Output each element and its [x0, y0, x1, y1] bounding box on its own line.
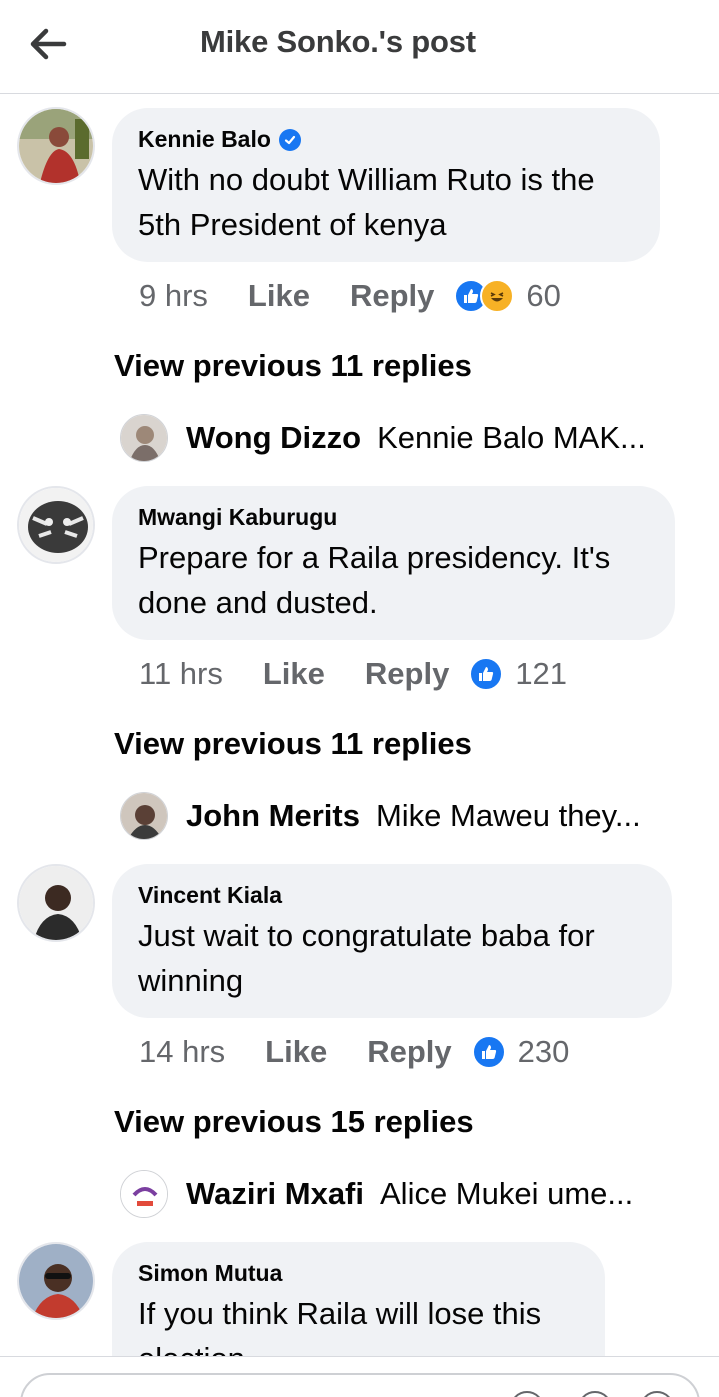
- avatar-image: [19, 109, 93, 183]
- avatar: [120, 792, 168, 840]
- reply-author[interactable]: John Merits: [186, 798, 360, 834]
- reaction-count: 230: [517, 1034, 570, 1069]
- haha-reaction-icon: [480, 279, 515, 313]
- comment-meta: 14 hrs Like Reply 230: [139, 1034, 569, 1070]
- reply-snippet: Alice Mukei ume...: [380, 1176, 634, 1211]
- like-button[interactable]: Like: [248, 278, 310, 314]
- comment-time[interactable]: 11 hrs: [139, 656, 223, 692]
- comment-text: If you think Raila will lose this electi…: [138, 1296, 542, 1356]
- verified-badge-icon: [278, 128, 301, 151]
- avatar[interactable]: [17, 1242, 95, 1320]
- avatar-image: [19, 1244, 93, 1318]
- like-button[interactable]: Like: [265, 1034, 327, 1070]
- page-title: Mike Sonko.'s post: [200, 24, 476, 59]
- back-button[interactable]: [18, 18, 78, 70]
- avatar-image: [19, 488, 93, 562]
- reply-snippet: Mike Maweu they...: [375, 798, 641, 833]
- comment-author[interactable]: Vincent Kiala: [138, 882, 646, 909]
- reply-button[interactable]: Reply: [367, 1034, 451, 1070]
- view-previous-replies[interactable]: View previous 15 replies: [114, 1104, 474, 1140]
- back-arrow-icon: [30, 28, 67, 60]
- reply-author[interactable]: Wong Dizzo: [186, 420, 361, 456]
- view-previous-replies[interactable]: View previous 11 replies: [114, 726, 472, 762]
- avatar-image: [19, 866, 93, 940]
- comment-author[interactable]: Mwangi Kaburugu: [138, 504, 649, 531]
- reply-author[interactable]: Waziri Mxafi: [186, 1176, 364, 1212]
- comment-text: Just wait to congratulate baba for winni…: [138, 918, 595, 998]
- author-name[interactable]: Mwangi Kaburugu: [138, 504, 337, 531]
- reaction-summary[interactable]: 230: [471, 1034, 570, 1070]
- reply-button[interactable]: Reply: [365, 656, 449, 692]
- comment-bubble[interactable]: Kennie Balo With no doubt William Ruto i…: [112, 108, 660, 262]
- reply-button[interactable]: Reply: [350, 278, 434, 314]
- comment-author[interactable]: Kennie Balo: [138, 126, 634, 153]
- latest-reply[interactable]: Wong Dizzo Kennie Balo MAK...: [120, 414, 710, 462]
- reply-snippet: Kennie Balo MAK...: [377, 420, 646, 455]
- latest-reply[interactable]: Waziri Mxafi Alice Mukei ume...: [120, 1170, 710, 1218]
- comment-meta: 11 hrs Like Reply 121: [139, 656, 567, 692]
- reaction-count: 121: [515, 656, 568, 691]
- comment-author[interactable]: Simon Mutua: [138, 1260, 579, 1287]
- author-name[interactable]: Kennie Balo: [138, 126, 271, 153]
- author-name[interactable]: Simon Mutua: [138, 1260, 282, 1287]
- latest-reply[interactable]: John Merits Mike Maweu they...: [120, 792, 710, 840]
- view-previous-replies[interactable]: View previous 11 replies: [114, 348, 472, 384]
- avatar: [120, 414, 168, 462]
- like-reaction-icon: [471, 1035, 506, 1069]
- comment-time[interactable]: 9 hrs: [139, 278, 208, 314]
- reaction-summary[interactable]: 121: [469, 656, 567, 692]
- comment-bubble[interactable]: Vincent Kiala Just wait to congratulate …: [112, 864, 672, 1018]
- avatar[interactable]: [17, 107, 95, 185]
- comment-time[interactable]: 14 hrs: [139, 1034, 225, 1070]
- comment-bubble[interactable]: Mwangi Kaburugu Prepare for a Raila pres…: [112, 486, 675, 640]
- reaction-count: 60: [526, 278, 561, 313]
- avatar[interactable]: [17, 864, 95, 942]
- reaction-summary[interactable]: 60: [454, 278, 561, 314]
- comment-text: With no doubt William Ruto is the 5th Pr…: [138, 162, 595, 242]
- comment-meta: 9 hrs Like Reply 60: [139, 278, 561, 314]
- like-reaction-icon: [469, 657, 504, 691]
- top-bar: Mike Sonko.'s post: [0, 0, 719, 94]
- comment-composer-bar: [0, 1356, 719, 1397]
- like-button[interactable]: Like: [263, 656, 325, 692]
- avatar: [120, 1170, 168, 1218]
- avatar[interactable]: [17, 486, 95, 564]
- comment-bubble[interactable]: Simon Mutua If you think Raila will lose…: [112, 1242, 605, 1356]
- author-name[interactable]: Vincent Kiala: [138, 882, 282, 909]
- comment-text: Prepare for a Raila presidency. It's don…: [138, 540, 611, 620]
